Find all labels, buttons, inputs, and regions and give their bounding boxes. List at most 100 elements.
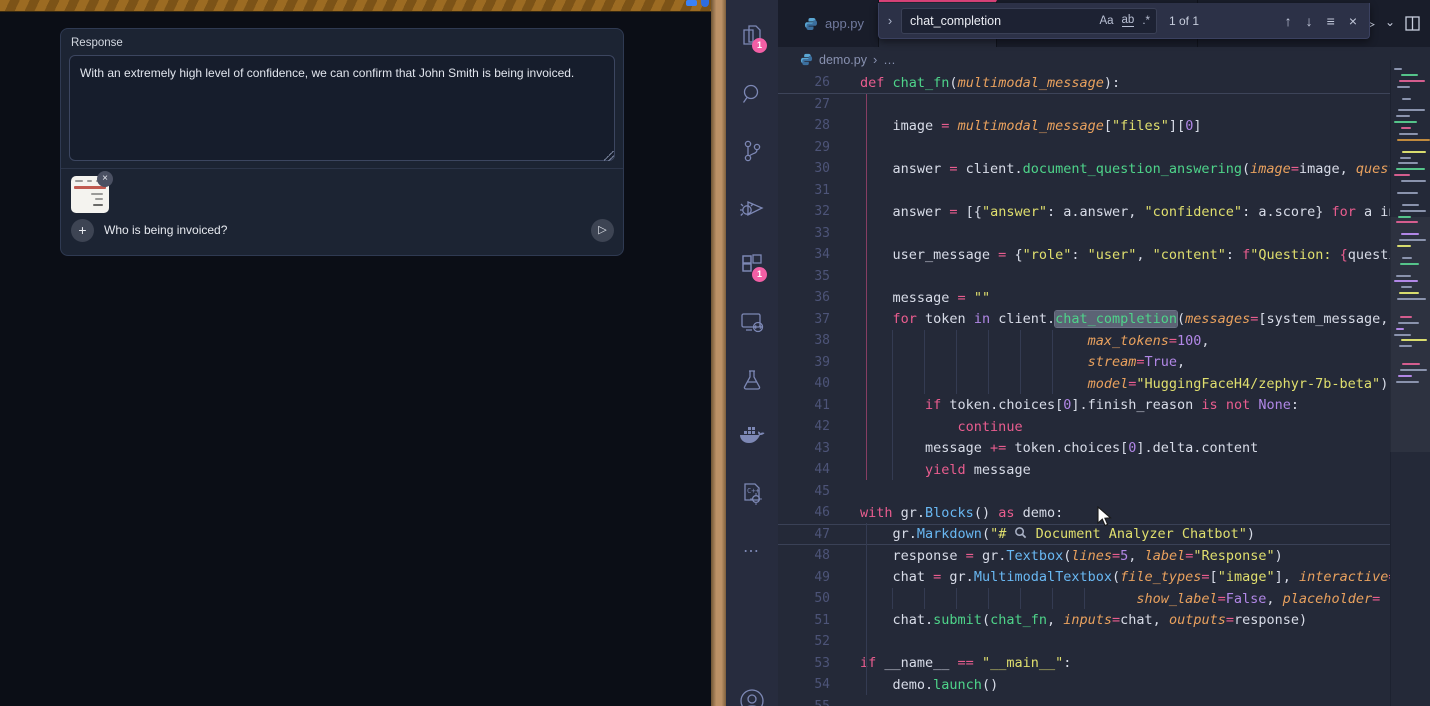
regex-toggle[interactable]: .*	[1142, 15, 1150, 27]
code-line[interactable]: 32 answer = [{"answer": a.answer, "confi…	[778, 201, 1390, 223]
token: is	[1201, 397, 1217, 413]
code-text: chat.submit(chat_fn, inputs=chat, output…	[860, 612, 1307, 628]
find-close-button[interactable]: ×	[1349, 13, 1357, 29]
progress-stripe	[0, 0, 712, 12]
token: : a.answer,	[1047, 204, 1145, 220]
tab-app-py[interactable]: app.py	[790, 0, 879, 47]
code-line[interactable]: 52	[778, 631, 1390, 653]
minimap-code-line	[1398, 162, 1418, 164]
find-in-selection-button[interactable]: ≡	[1327, 13, 1335, 29]
code-line[interactable]: 43 message += token.choices[0].delta.con…	[778, 438, 1390, 460]
token: if	[925, 397, 941, 413]
token: lines	[1071, 548, 1112, 564]
remote-explorer-icon[interactable]	[726, 298, 778, 346]
token: "#	[990, 526, 1014, 542]
find-previous-button[interactable]: ↑	[1285, 13, 1292, 29]
breadcrumb[interactable]: demo.py › …	[778, 47, 1390, 72]
token: =	[1291, 161, 1299, 177]
code-text: response = gr.Textbox(lines=5, label="Re…	[860, 548, 1283, 564]
response-textarea[interactable]: With an extremely high level of confiden…	[69, 55, 615, 161]
token: =	[1136, 354, 1144, 370]
find-query[interactable]: chat_completion	[910, 14, 1091, 28]
code-line[interactable]: 46with gr.Blocks() as demo:	[778, 502, 1390, 524]
minimap-code-line	[1397, 245, 1411, 247]
token: outputs	[1169, 612, 1226, 628]
code-line[interactable]: 49 chat = gr.MultimodalTextbox(file_type…	[778, 567, 1390, 589]
breadcrumb-file: demo.py	[819, 53, 867, 67]
find-widget: › chat_completion Aa ab .* 1 of 1 ↑ ↓ ≡ …	[878, 3, 1370, 39]
code-line[interactable]: 41 if token.choices[0].finish_reason is …	[778, 395, 1390, 417]
run-dropdown-chevron-icon[interactable]: ⌄	[1385, 15, 1395, 29]
indent-guide	[956, 330, 957, 394]
token: MultimodalTextbox	[974, 569, 1112, 585]
token: (	[1112, 569, 1120, 585]
code-line[interactable]: 44 yield message	[778, 459, 1390, 481]
remove-attachment-button[interactable]: ×	[97, 171, 113, 187]
indent-guide	[1084, 588, 1085, 609]
minimap-code-line	[1398, 109, 1425, 111]
code-line[interactable]: 37 for token in client.chat_completion(m…	[778, 309, 1390, 331]
line-number: 26	[778, 75, 830, 90]
code-line[interactable]: 29	[778, 137, 1390, 159]
code-line[interactable]: 34 user_message = {"role": "user", "cont…	[778, 244, 1390, 266]
window-divider[interactable]	[711, 0, 726, 706]
code-line[interactable]: 30 answer = client.document_question_ans…	[778, 158, 1390, 180]
line-number: 42	[778, 419, 830, 434]
source-control-icon[interactable]	[726, 127, 778, 175]
code-line[interactable]: 48 response = gr.Textbox(lines=5, label=…	[778, 545, 1390, 567]
code-line[interactable]: 26def chat_fn(multimodal_message):	[778, 72, 1390, 94]
code-line[interactable]: 54 demo.launch()	[778, 674, 1390, 696]
line-number: 35	[778, 269, 830, 284]
add-file-button[interactable]: +	[71, 219, 94, 242]
tab-label: app.py	[825, 16, 864, 31]
code-editor[interactable]: 26def chat_fn(multimodal_message):2728 i…	[778, 72, 1390, 706]
code-line[interactable]: 27	[778, 94, 1390, 116]
testing-flask-icon[interactable]	[726, 356, 778, 404]
search-icon[interactable]	[726, 70, 778, 118]
token: label	[1145, 548, 1186, 564]
resize-handle-icon[interactable]	[604, 151, 614, 161]
minimap[interactable]	[1390, 60, 1430, 706]
whole-word-toggle[interactable]: ab	[1122, 14, 1135, 27]
code-line[interactable]: 42 continue	[778, 416, 1390, 438]
extensions-icon[interactable]: 1	[726, 241, 778, 289]
code-line[interactable]: 47 gr.Markdown("# Document Analyzer Chat…	[778, 524, 1390, 546]
code-line[interactable]: 36 message = ""	[778, 287, 1390, 309]
token: "files"	[1112, 118, 1169, 134]
token: =	[1112, 612, 1120, 628]
token: token.choices[	[941, 397, 1063, 413]
token: chat_fn	[893, 75, 950, 91]
run-debug-icon[interactable]	[726, 184, 778, 232]
docker-icon[interactable]	[726, 413, 778, 461]
find-next-button[interactable]: ↓	[1306, 13, 1313, 29]
code-line[interactable]: 31	[778, 180, 1390, 202]
code-line[interactable]: 35	[778, 266, 1390, 288]
token: multimodal_message	[958, 118, 1104, 134]
code-line[interactable]: 28 image = multimodal_message["files"][0…	[778, 115, 1390, 137]
find-input[interactable]: chat_completion Aa ab .*	[901, 8, 1157, 34]
send-button[interactable]: ▷	[591, 219, 614, 242]
code-text: if __name__ == "__main__":	[860, 655, 1071, 671]
split-editor-button[interactable]	[1405, 16, 1420, 31]
account-icon[interactable]	[726, 676, 778, 706]
chat-input[interactable]: Who is being invoiced?	[104, 223, 227, 237]
explorer-icon[interactable]: 1	[726, 12, 778, 60]
code-line[interactable]: 38 max_tokens=100,	[778, 330, 1390, 352]
code-line[interactable]: 53if __name__ == "__main__":	[778, 653, 1390, 675]
line-number: 40	[778, 376, 830, 391]
token: [	[1210, 569, 1218, 585]
code-line[interactable]: 55	[778, 696, 1390, 706]
code-line[interactable]: 40 model="HuggingFaceH4/zephyr-7b-beta")	[778, 373, 1390, 395]
minimap-code-line	[1402, 151, 1426, 153]
token: "user"	[1088, 247, 1137, 263]
match-case-toggle[interactable]: Aa	[1099, 15, 1113, 27]
more-tools-icon[interactable]: ⋯	[726, 527, 778, 575]
code-line[interactable]: 45	[778, 481, 1390, 503]
code-line[interactable]: 33	[778, 223, 1390, 245]
code-line[interactable]: 39 stream=True,	[778, 352, 1390, 374]
cpp-tools-icon[interactable]: C++	[726, 470, 778, 518]
token: Document Analyzer Chatbot"	[1027, 526, 1246, 542]
stripe-fragment-a	[686, 0, 697, 6]
find-expand-chevron[interactable]: ›	[879, 13, 901, 28]
code-line[interactable]: 51 chat.submit(chat_fn, inputs=chat, out…	[778, 610, 1390, 632]
